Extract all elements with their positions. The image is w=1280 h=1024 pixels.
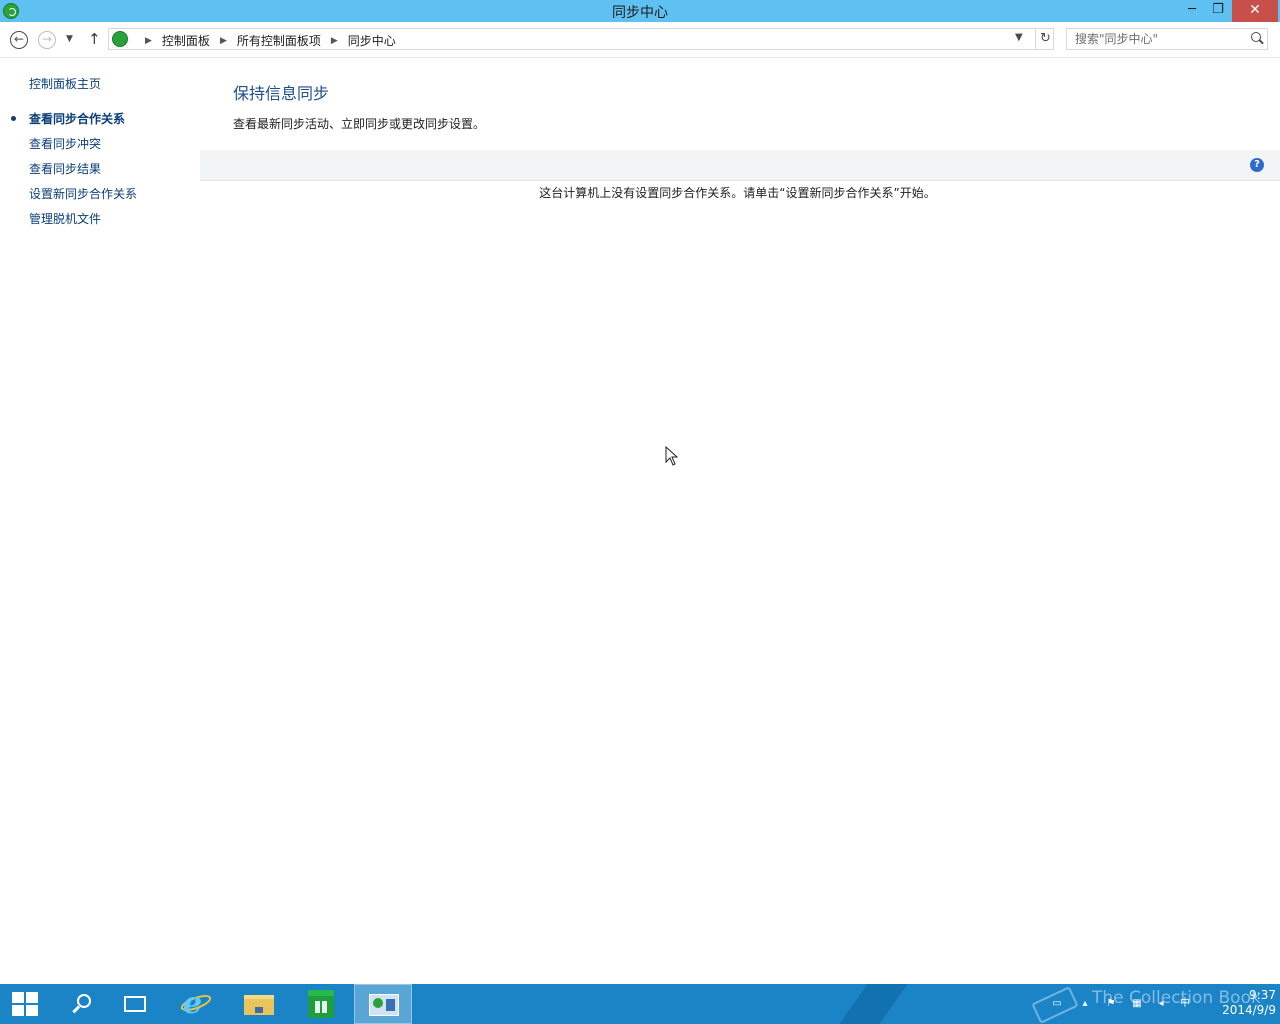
clock-time: 9:37	[1249, 988, 1276, 1002]
title-bar: 同步中心 ─ ❐ ✕	[0, 0, 1280, 22]
volume-icon[interactable]: ◂	[1156, 999, 1166, 1009]
sync-center-icon	[112, 31, 128, 47]
address-bar[interactable]: ▶ 控制面板 ▶ 所有控制面板项 ▶ 同步中心 ▼ ↻	[108, 28, 1054, 50]
keyboard-icon[interactable]: ▭	[1052, 999, 1062, 1009]
task-view-button[interactable]	[108, 984, 166, 1024]
page-description: 查看最新同步活动、立即同步或更改同步设置。	[233, 117, 486, 131]
control-panel-home-link[interactable]: 控制面板主页	[29, 75, 101, 92]
navigation-bar: ← → ▼ ↑ ▶ 控制面板 ▶ 所有控制面板项 ▶ 同步中心 ▼ ↻	[0, 22, 1280, 58]
ime-indicator[interactable]: 中	[1180, 999, 1190, 1009]
store-button[interactable]	[292, 984, 350, 1024]
system-tray: The Collection Book ▭ ▴ ⚑ ▦ ◂ 中 9:37 201…	[1030, 984, 1280, 1024]
windows-logo-icon	[12, 992, 38, 1016]
search-input[interactable]	[1067, 29, 1243, 49]
store-icon	[308, 990, 334, 1018]
left-task-pane: 控制面板主页 查看同步合作关系 查看同步冲突 查看同步结果 设置新同步合作关系 …	[0, 58, 200, 984]
help-icon[interactable]: ?	[1250, 158, 1264, 172]
task-view-icon	[124, 996, 146, 1012]
up-button[interactable]: ↑	[88, 30, 101, 48]
view-sync-conflicts-link[interactable]: 查看同步冲突	[29, 135, 101, 152]
taskbar: e The Collection Book ▭ ▴ ⚑ ▦ ◂ 中 9:37 2…	[0, 984, 1280, 1024]
command-bar: ?	[200, 150, 1280, 181]
control-panel-taskbar-button[interactable]	[354, 984, 412, 1024]
breadcrumb-separator[interactable]: ▶	[145, 36, 152, 46]
breadcrumb-control-panel[interactable]: 控制面板	[162, 32, 210, 49]
control-panel-icon	[369, 994, 399, 1016]
file-explorer-button[interactable]	[230, 984, 288, 1024]
search-box[interactable]	[1066, 28, 1268, 50]
breadcrumb-separator[interactable]: ▶	[331, 36, 338, 46]
internet-explorer-button[interactable]: e	[168, 984, 226, 1024]
current-item-bullet	[11, 116, 16, 121]
folder-icon	[244, 995, 274, 1015]
network-icon[interactable]: ▦	[1132, 999, 1142, 1009]
breadcrumb-sync-center[interactable]: 同步中心	[348, 32, 396, 49]
main-content: 保持信息同步 查看最新同步活动、立即同步或更改同步设置。 ? 这台计算机上没有设…	[200, 58, 1280, 984]
recent-locations-dropdown[interactable]: ▼	[66, 34, 73, 44]
minimize-button[interactable]: ─	[1178, 0, 1206, 22]
forward-button[interactable]: →	[38, 31, 56, 49]
view-sync-results-link[interactable]: 查看同步结果	[29, 160, 101, 177]
setup-new-partnership-link[interactable]: 设置新同步合作关系	[29, 185, 137, 202]
clock-date: 2014/9/9	[1222, 1003, 1276, 1017]
breadcrumb: ▶ 控制面板 ▶ 所有控制面板项 ▶ 同步中心	[135, 32, 396, 49]
show-hidden-icons-icon[interactable]: ▴	[1080, 999, 1090, 1009]
search-icon	[77, 994, 91, 1008]
back-button[interactable]: ←	[10, 31, 28, 49]
clock[interactable]: 9:37 2014/9/9	[1200, 988, 1276, 1018]
maximize-button[interactable]: ❐	[1204, 0, 1232, 22]
window-title: 同步中心	[612, 5, 668, 21]
breadcrumb-separator[interactable]: ▶	[220, 36, 227, 46]
manage-offline-files-link[interactable]: 管理脱机文件	[29, 210, 101, 227]
taskbar-decoration	[825, 984, 915, 1024]
view-sync-partnerships-link[interactable]: 查看同步合作关系	[29, 110, 125, 127]
page-title: 保持信息同步	[233, 84, 330, 103]
address-dropdown-button[interactable]: ▼	[1015, 32, 1023, 43]
empty-partnerships-message: 这台计算机上没有设置同步合作关系。请单击“设置新同步合作关系”开始。	[539, 186, 936, 200]
breadcrumb-all-items[interactable]: 所有控制面板项	[237, 32, 321, 49]
close-button[interactable]: ✕	[1232, 0, 1278, 22]
refresh-button[interactable]: ↻	[1035, 29, 1055, 49]
search-icon[interactable]	[1251, 32, 1261, 42]
start-button[interactable]	[0, 984, 58, 1024]
ie-icon: e	[183, 986, 203, 1021]
action-center-flag-icon[interactable]: ⚑	[1106, 999, 1116, 1009]
